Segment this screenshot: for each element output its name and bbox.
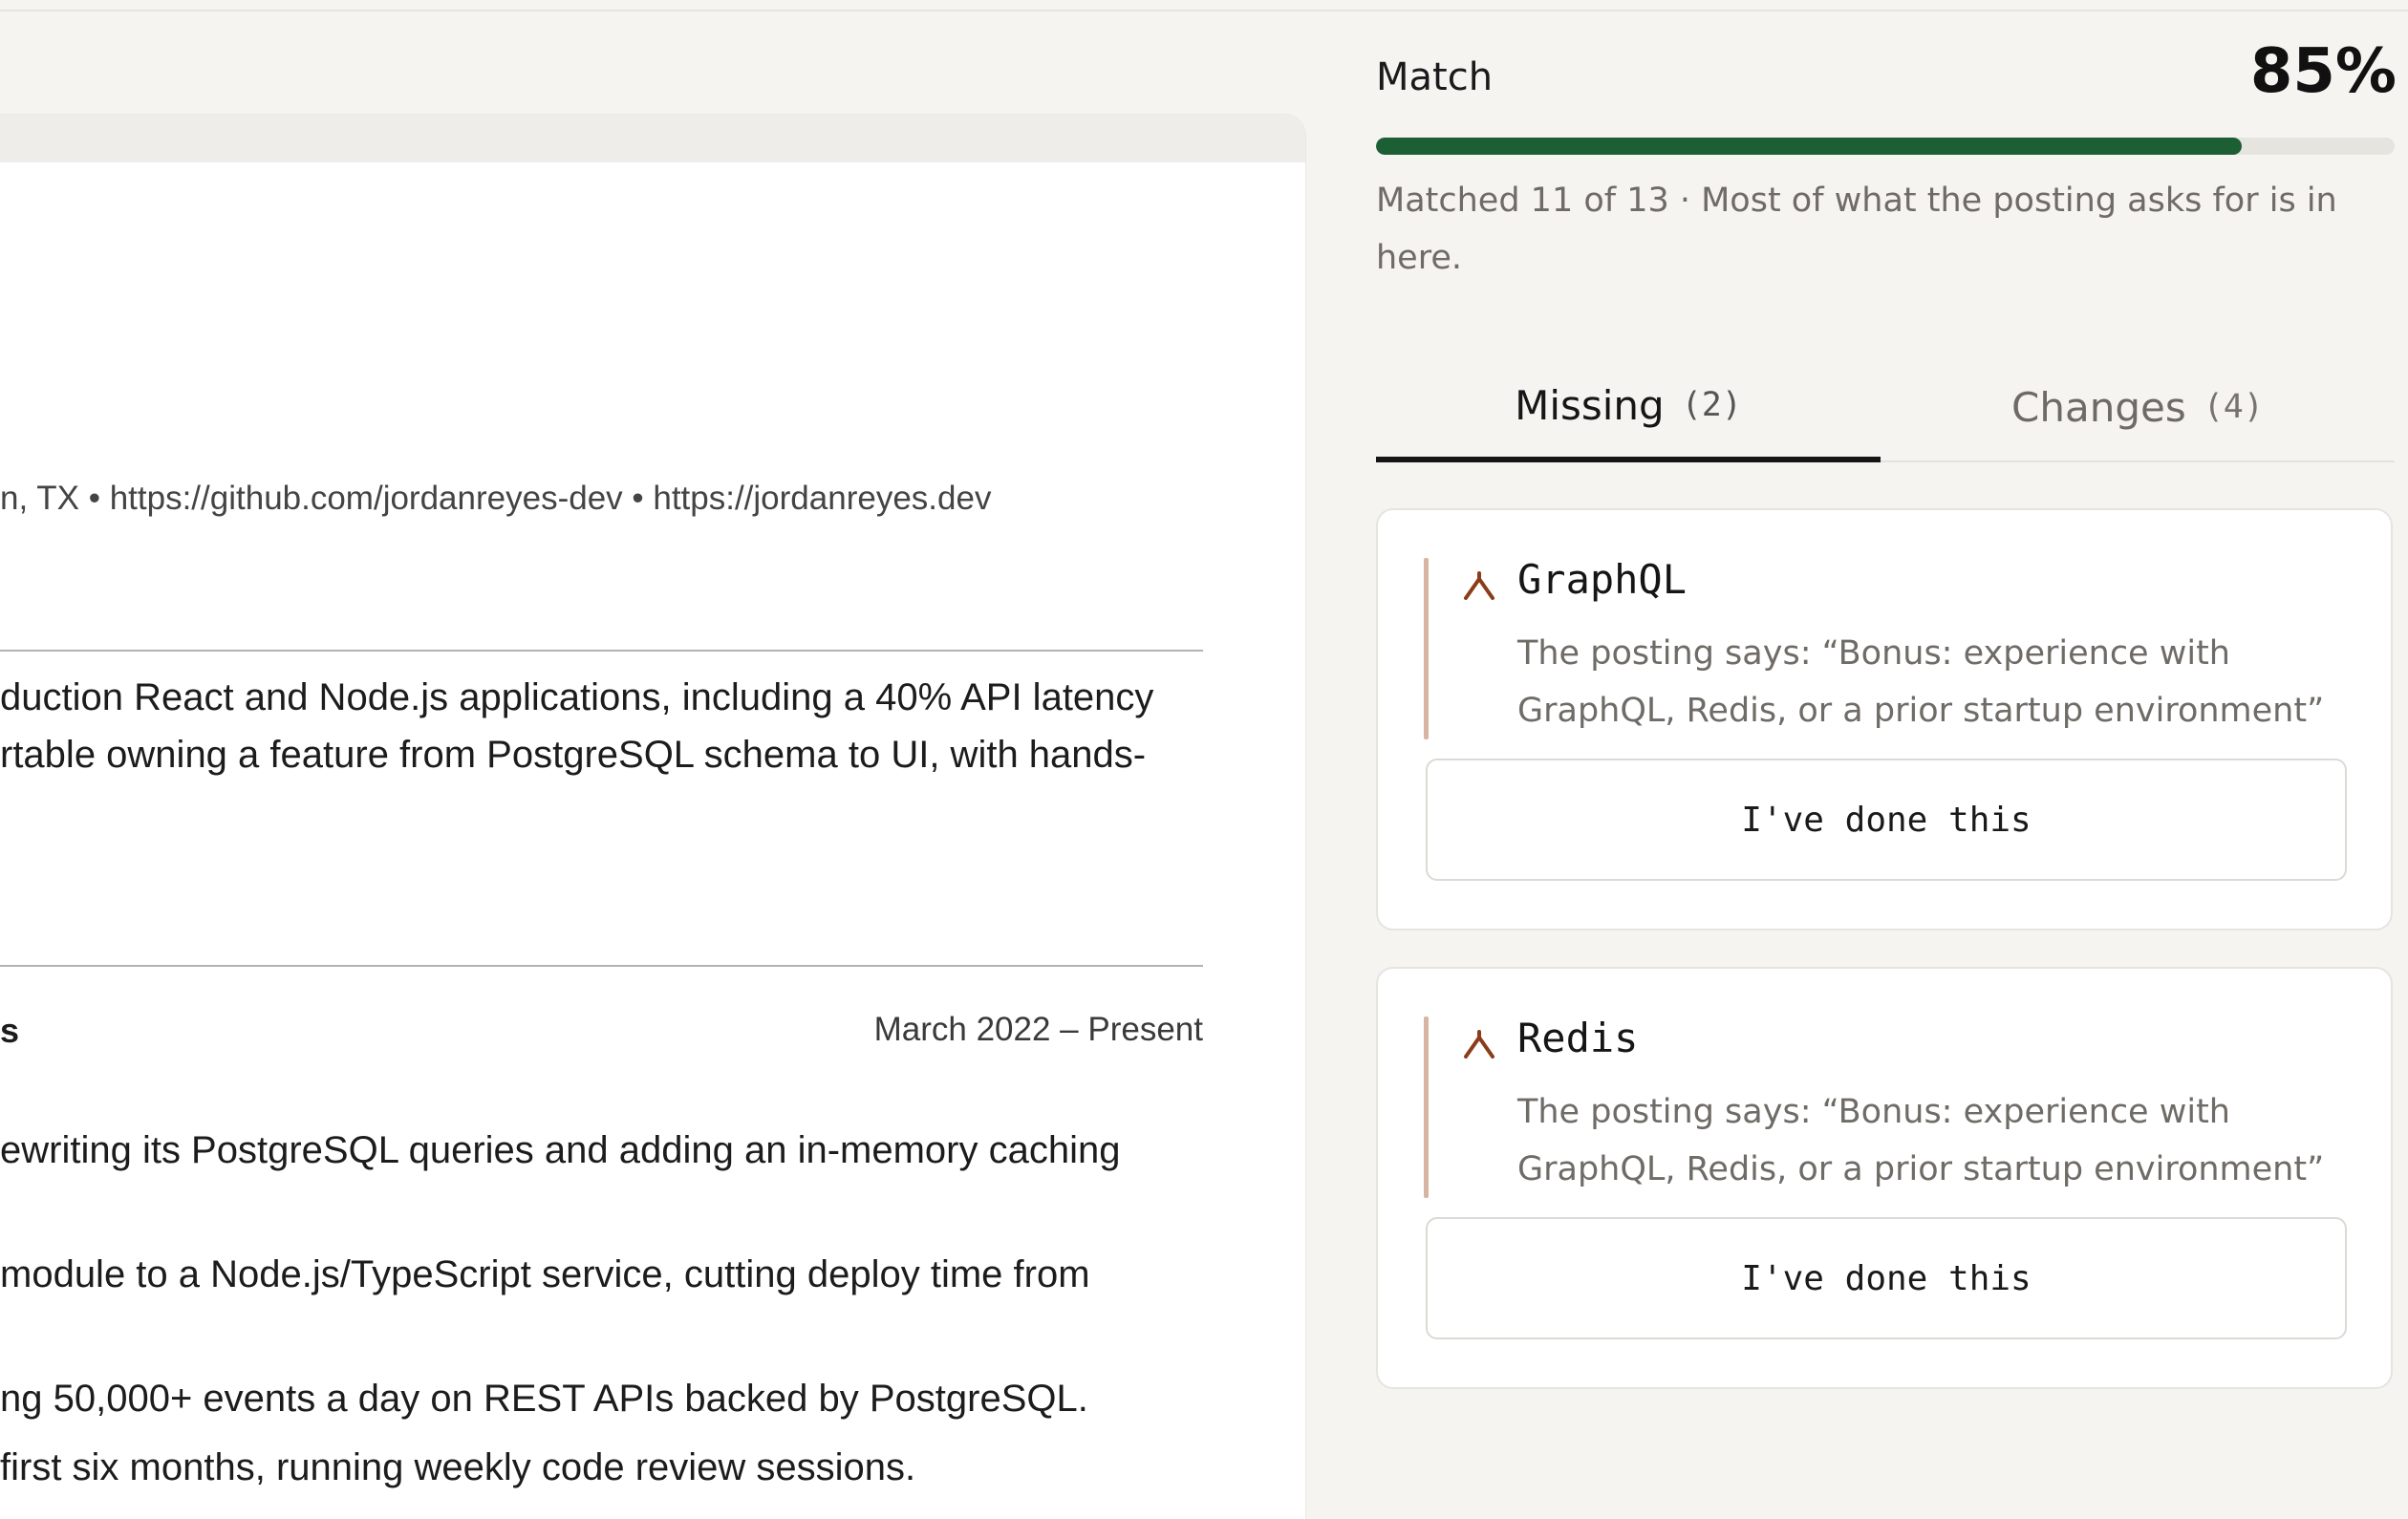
resume-preview-header	[0, 115, 1305, 162]
tab-changes-count: (4)	[2203, 388, 2264, 426]
tab-missing[interactable]: Missing (2)	[1376, 353, 1881, 462]
missing-item-quote: The posting says: “Bonus: experience wit…	[1517, 634, 2325, 730]
section-divider	[0, 965, 1203, 967]
tab-missing-label: Missing	[1515, 381, 1665, 429]
resume-preview: n, TX • https://github.com/jordanreyes-d…	[0, 115, 1305, 1519]
job-bullet: ewriting its PostgreSQL queries and addi…	[0, 1129, 1121, 1171]
section-divider	[0, 650, 1203, 652]
tab-missing-count: (2)	[1681, 386, 1742, 424]
ive-done-this-button[interactable]: I've done this	[1426, 1217, 2347, 1339]
job-bullet: first six months, running weekly code re…	[0, 1446, 916, 1488]
tab-changes[interactable]: Changes (4)	[1881, 353, 2395, 460]
missing-item-title: GraphQL	[1517, 556, 1688, 603]
chevron-up-icon	[1464, 571, 1494, 600]
resume-summary-line: rtable owning a feature from PostgreSQL …	[0, 734, 1147, 776]
resume-contact-line: n, TX • https://github.com/jordanreyes-d…	[0, 480, 992, 517]
job-bullet: module to a Node.js/TypeScript service, …	[0, 1253, 1090, 1295]
match-panel: Match 85% Matched 11 of 13 · Most of wha…	[1376, 0, 2408, 1505]
match-progress-fill	[1376, 138, 2243, 155]
chevron-up-icon	[1464, 1030, 1494, 1059]
match-label: Match	[1376, 55, 1494, 99]
match-progress-bar	[1376, 138, 2395, 155]
quote-accent-bar	[1424, 558, 1429, 739]
match-summary: Matched 11 of 13 · Most of what the post…	[1376, 182, 2337, 277]
missing-item-quote: The posting says: “Bonus: experience wit…	[1517, 1093, 2325, 1188]
tab-bar: Missing (2) Changes (4)	[1376, 353, 2395, 462]
match-percent: 85%	[2249, 36, 2397, 107]
resume-summary-line: duction React and Node.js applications, …	[0, 676, 1154, 718]
tab-changes-label: Changes	[2011, 383, 2186, 431]
missing-item-title: Redis	[1517, 1015, 1639, 1061]
quote-accent-bar	[1424, 1016, 1429, 1198]
job-bullet: ng 50,000+ events a day on REST APIs bac…	[0, 1378, 1088, 1420]
missing-item-card: Redis The posting says: “Bonus: experien…	[1376, 967, 2393, 1389]
missing-item-card: GraphQL The posting says: “Bonus: experi…	[1376, 508, 2393, 931]
job-dates: March 2022 – Present	[873, 1011, 1203, 1048]
ive-done-this-button[interactable]: I've done this	[1426, 759, 2347, 881]
job-title: s	[0, 1011, 20, 1050]
